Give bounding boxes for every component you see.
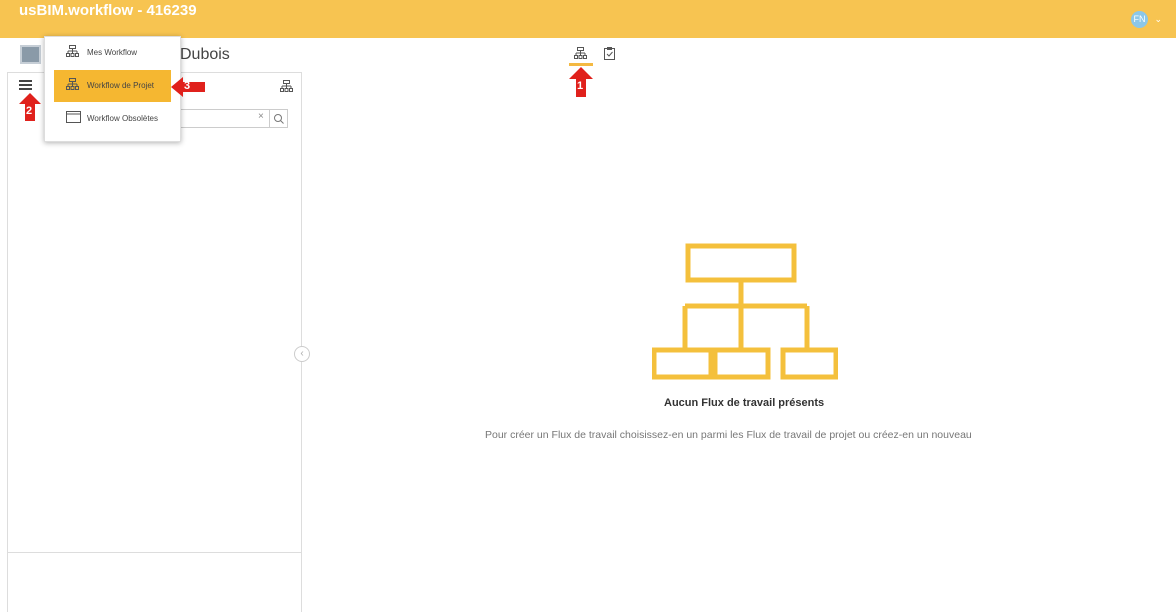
menu-item-label: Mes Workflow [87,48,138,57]
app-top-bar: usBIM.workflow - 416239 FN ⌄ [0,0,1176,38]
clear-icon[interactable]: × [258,111,264,122]
workflow-hierarchy-icon [652,243,838,380]
menu-item-mes-workflow[interactable]: Mes Workflow [54,37,171,69]
annotation-2: 2 [19,93,41,126]
search-input[interactable]: × [176,109,288,128]
project-image-icon [20,45,41,64]
collapse-sidebar-button[interactable]: ‹ [294,346,310,362]
menu-item-label: Workflow de Projet [87,81,154,90]
workflow-tree-icon [66,45,79,57]
chevron-down-icon[interactable]: ⌄ [1154,14,1162,25]
sidebar-divider [8,552,301,553]
tab-tasks[interactable] [599,44,623,66]
chevron-left-icon: ‹ [300,348,304,359]
annotation-1: 1 [569,67,593,102]
empty-state-description: Pour créer un Flux de travail choisissez… [485,429,972,441]
workflow-sidebar [7,72,302,612]
workflow-tree-icon[interactable] [280,80,293,94]
menu-item-workflow-obsoletes[interactable]: Workflow Obsolètes [54,103,171,135]
search-icon [274,114,284,124]
annotation-number: 1 [577,80,584,92]
hamburger-icon[interactable] [19,80,32,90]
annotation-3: 3 [171,77,205,102]
menu-item-label: Workflow Obsolètes [87,114,158,123]
annotation-number: 2 [26,105,33,117]
workflow-tree-icon [574,47,587,59]
empty-state-title: Aucun Flux de travail présents [664,397,825,409]
search-button[interactable] [269,110,287,127]
app-title: usBIM.workflow - 416239 [19,2,197,19]
clipboard-check-icon [604,47,615,60]
annotation-number: 3 [184,80,191,92]
project-name: Dubois [180,46,230,63]
user-avatar[interactable]: FN [1131,11,1148,28]
tab-workflow[interactable] [569,44,593,66]
workflow-type-menu: Mes Workflow Workflow de Projet Workflow… [44,36,181,142]
workflow-tree-icon [66,78,79,90]
window-icon [66,111,81,123]
menu-item-workflow-de-projet[interactable]: Workflow de Projet [54,70,171,102]
